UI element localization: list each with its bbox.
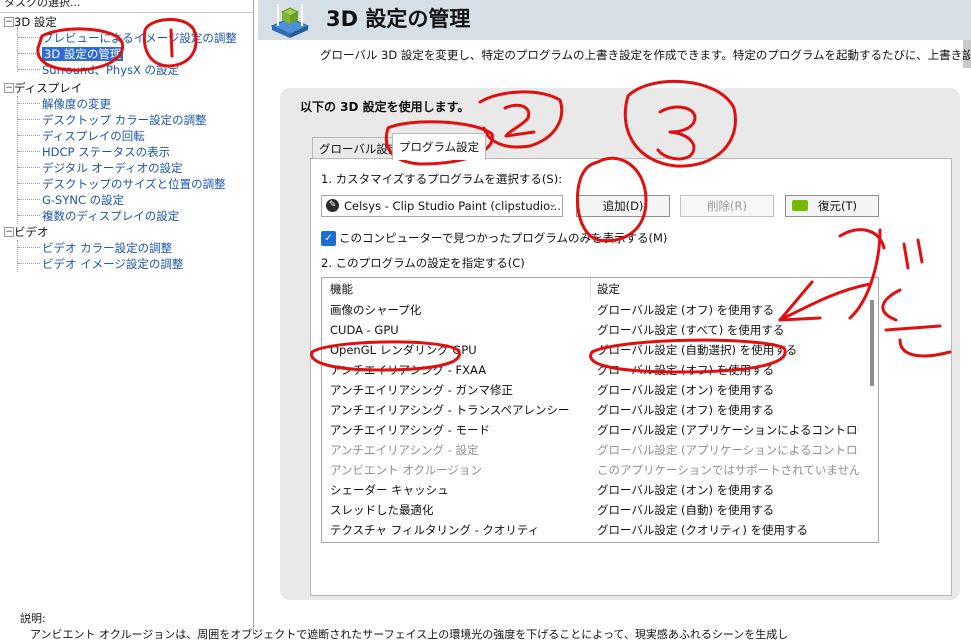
tree-item-digital-audio[interactable]: デジタル オーディオの設定 (42, 160, 183, 176)
tab-program-settings[interactable]: プログラム設定 (392, 133, 487, 160)
tree-item-gsync[interactable]: G-SYNC の設定 (42, 192, 124, 208)
collapse-icon[interactable]: − (4, 83, 14, 93)
explanation-label: 説明: (20, 612, 46, 625)
column-divider[interactable] (590, 278, 591, 298)
grid-row[interactable]: アンチエイリアシング - ガンマ修正 グローバル設定 (オン) を使用する (322, 380, 860, 400)
grid-row[interactable]: シェーダー キャッシュ グローバル設定 (オン) を使用する (322, 480, 860, 500)
program-dropdown-value: Celsys - Clip Studio Paint (clipstudio..… (344, 199, 561, 213)
grid-row[interactable]: アンチエイリアシング - 設定グローバル設定 (アプリケーションによるコントロー… (322, 440, 860, 460)
specify-settings-label: 2. このプログラムの設定を指定する(C) (321, 256, 525, 270)
tree-item-desktop-color[interactable]: デスクトップ カラー設定の調整 (42, 112, 207, 128)
remove-button[interactable]: 削除(R) (680, 195, 774, 217)
tree-item-surround-physx[interactable]: Surround、PhysX の設定 (42, 62, 179, 78)
tree-item-manage-3d-settings[interactable]: 3D 設定の管理 (42, 46, 124, 62)
program-settings-page: 1. カスタマイズするプログラムを選択する(S): ✎ Celsys - Cli… (310, 158, 952, 596)
tree-item-multiple-displays[interactable]: 複数のディスプレイの設定 (42, 208, 179, 224)
grid-row[interactable]: テクスチャ フィルタリング - クオリティ グローバル設定 (クオリティ) を使用… (322, 520, 860, 540)
content-pane: 3D 設定の管理 グローバル 3D 設定を変更し、特定のプログラムの上書き設定を… (258, 0, 971, 635)
add-button[interactable]: 追加(D) (576, 195, 670, 217)
tree-connector (17, 96, 18, 224)
grid-row[interactable]: アンチエイリアシング - モード グローバル設定 (アプリケーションによるコントロ… (322, 420, 860, 440)
tree-item-desktop-size-position[interactable]: デスクトップのサイズと位置の調整 (42, 176, 226, 192)
tree-connector (17, 240, 18, 272)
grid-scrollbar[interactable] (870, 300, 874, 386)
grid-row[interactable]: アンチエイリアシング - トランスペアレンシー グローバル設定 (オフ) を使用す… (322, 400, 860, 420)
collapse-icon[interactable]: − (4, 227, 14, 237)
only-found-programs-checkbox[interactable]: ✓ (321, 231, 336, 246)
chevron-down-icon: ⌄ (548, 199, 557, 210)
task-pane-caption: タスクの選択... (4, 0, 81, 9)
grid-header-feature[interactable]: 機能 (330, 281, 353, 297)
collapse-icon[interactable]: − (4, 17, 14, 27)
tree-item-change-resolution[interactable]: 解像度の変更 (42, 96, 111, 112)
explanation-text: アンビエント オクルージョンは、周囲をオブジェクトで遮断されたサーフェイス上の環… (30, 628, 789, 641)
page-description: グローバル 3D 設定を変更し、特定のプログラムの上書き設定を作成できます。特定… (320, 48, 970, 62)
grid-row[interactable]: アンチエイリアシング - FXAA グローバル設定 (オフ) を使用する (322, 360, 860, 380)
task-pane: タスクの選択... − 3D 設定 プレビューによるイメージ設定の調整 3D 設… (0, 0, 254, 635)
nvidia-icon (792, 200, 808, 211)
page-title: 3D 設定の管理 (326, 7, 471, 31)
3d-settings-icon (270, 4, 310, 38)
settings-grid: 機能 設定 画像のシャープ化 グローバル設定 (オフ) を使用する CUDA - … (321, 277, 879, 543)
header-banner: 3D 設定の管理 (258, 0, 971, 40)
clip-studio-icon: ✎ (326, 199, 339, 212)
grid-row[interactable]: CUDA - GPU グローバル設定 (すべて) を使用する (322, 320, 860, 340)
tree-item-hdcp-status[interactable]: HDCP ステータスの表示 (42, 144, 170, 160)
only-found-programs-label[interactable]: このコンピューターで見つかったプログラムのみを表示する(M) (339, 230, 667, 246)
grid-row[interactable]: OpenGL レンダリング GPU グローバル設定 (自動選択) を使用する (322, 340, 860, 360)
tree-item-image-preview[interactable]: プレビューによるイメージ設定の調整 (42, 30, 237, 46)
tree-connector (17, 24, 18, 72)
tree-item-rotate-display[interactable]: ディスプレイの回転 (42, 128, 145, 144)
program-dropdown[interactable]: ✎ Celsys - Clip Studio Paint (clipstudio… (321, 195, 563, 217)
grid-row[interactable]: アンビエント オクルージョン このアプリケーションではサポートされていません (322, 460, 860, 480)
select-program-label: 1. カスタマイズするプログラムを選択する(S): (321, 172, 563, 186)
grid-row[interactable]: スレッドした最適化 グローバル設定 (自動) を使用する (322, 500, 860, 520)
tree-item-video-image[interactable]: ビデオ イメージ設定の調整 (42, 256, 183, 272)
restore-button[interactable]: 復元(T) (785, 195, 879, 217)
caption-divider (0, 12, 253, 13)
settings-panel: 以下の 3D 設定を使用します。 グローバル設定 プログラム設定 1. カスタマ… (280, 88, 960, 600)
grid-row[interactable]: 画像のシャープ化 グローバル設定 (オフ) を使用する (322, 300, 860, 320)
panel-heading: 以下の 3D 設定を使用します。 (300, 100, 470, 114)
tree-item-video-color[interactable]: ビデオ カラー設定の調整 (42, 240, 172, 256)
restore-button-label: 復元(T) (818, 199, 857, 213)
grid-header-setting[interactable]: 設定 (597, 281, 620, 297)
